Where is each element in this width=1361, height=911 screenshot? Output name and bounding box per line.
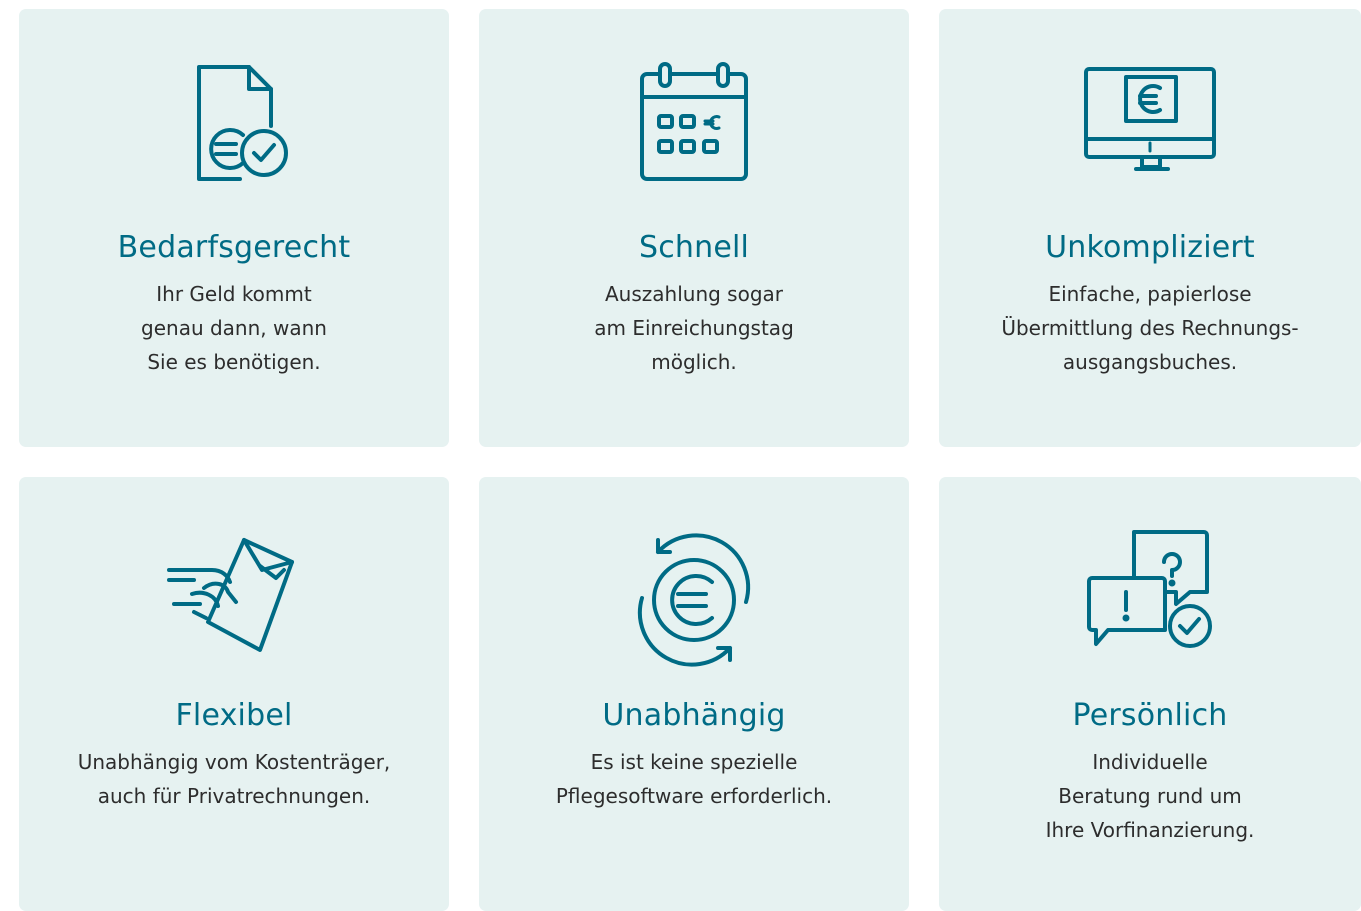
card-description: Unabhängig vom Kostenträger, auch für Pr…	[19, 745, 449, 813]
speech-bubbles-check-icon	[1080, 530, 1220, 670]
hand-envelope-icon	[164, 530, 304, 670]
feature-card-bedarfsgerecht: Bedarfsgerecht Ihr Geld kommt genau dann…	[19, 9, 449, 447]
feature-card-unkompliziert: Unkompliziert Einfache, papierlose Überm…	[939, 9, 1361, 447]
card-title: Flexibel	[175, 698, 293, 733]
feature-card-persoenlich: Persönlich Individuelle Beratung rund um…	[939, 477, 1361, 911]
card-title: Schnell	[638, 230, 750, 265]
card-line: Beratung rund um	[1058, 784, 1242, 808]
card-line: auch für Privatrechnungen.	[97, 784, 371, 808]
card-line: Unabhängig vom Kostenträger,	[77, 750, 391, 774]
card-line: Einfache, papierlose	[1048, 282, 1252, 306]
card-title: Persönlich	[1072, 698, 1228, 733]
feature-card-schnell: Schnell Auszahlung sogar am Einreichungs…	[479, 9, 909, 447]
card-line: Ihre Vorfinanzierung.	[1045, 818, 1255, 842]
calendar-euro-icon	[624, 59, 764, 199]
card-line: Übermittlung des Rechnungs-	[1001, 316, 1299, 340]
card-title: Unabhängig	[602, 698, 786, 733]
card-title: Unkompliziert	[1045, 230, 1255, 265]
euro-cycle-icon	[624, 530, 764, 670]
feature-card-flexibel: Flexibel Unabhängig vom Kostenträger, au…	[19, 477, 449, 911]
card-title: Bedarfsgerecht	[117, 230, 351, 265]
feature-card-unabhaengig: Unabhängig Es ist keine spezielle Pflege…	[479, 477, 909, 911]
card-line: Pflegesoftware erforderlich.	[555, 784, 833, 808]
card-line: Es ist keine spezielle	[590, 750, 798, 774]
card-line: Auszahlung sogar	[605, 282, 783, 306]
card-description: Ihr Geld kommt genau dann, wann Sie es b…	[19, 277, 449, 379]
card-line: ausgangsbuches.	[1062, 350, 1238, 374]
card-line: genau dann, wann	[141, 316, 327, 340]
card-description: Auszahlung sogar am Einreichungstag mögl…	[479, 277, 909, 379]
card-description: Individuelle Beratung rund um Ihre Vorfi…	[939, 745, 1361, 847]
card-line: Individuelle	[1092, 750, 1208, 774]
card-line: am Einreichungstag	[594, 316, 794, 340]
card-line: möglich.	[651, 350, 737, 374]
card-line: Sie es benötigen.	[147, 350, 321, 374]
invoice-euro-check-icon	[164, 59, 304, 199]
card-description: Es ist keine spezielle Pflegesoftware er…	[479, 745, 909, 813]
card-line: Ihr Geld kommt	[156, 282, 312, 306]
card-description: Einfache, papierlose Übermittlung des Re…	[939, 277, 1361, 379]
monitor-euro-icon	[1080, 59, 1220, 199]
